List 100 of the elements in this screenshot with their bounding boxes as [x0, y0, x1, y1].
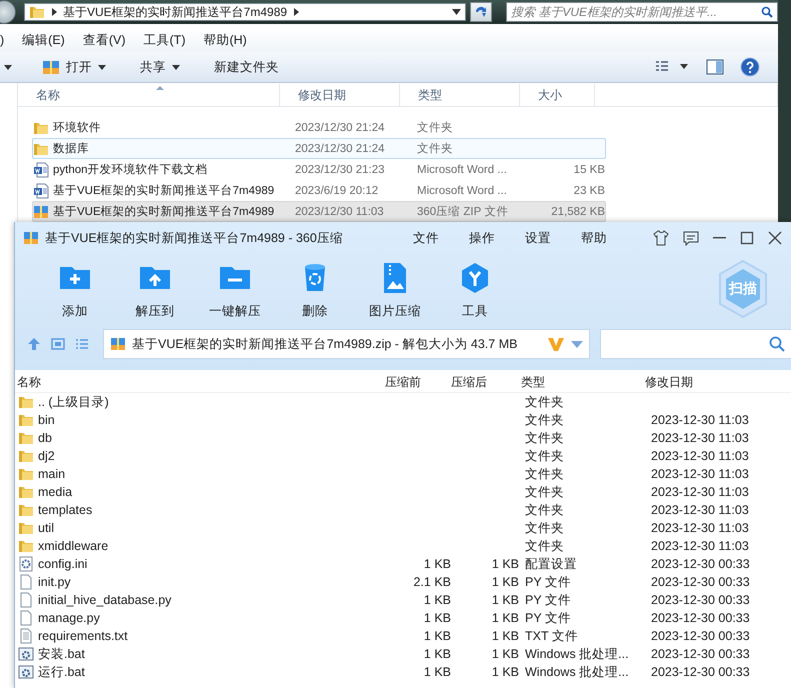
list-view-icon: [75, 337, 89, 351]
column-header[interactable]: 名称: [18, 84, 280, 106]
search-field[interactable]: [600, 329, 791, 359]
file-type: 360压缩 ZIP 文件: [417, 204, 510, 219]
folder-icon: [18, 412, 34, 428]
gear-document-icon: [18, 556, 34, 572]
folder-icon: [18, 466, 34, 482]
file-size: 1 KB: [422, 629, 451, 643]
compressed-size: 1 KB: [490, 629, 519, 643]
file-type: 文件夹: [417, 120, 454, 135]
file-row[interactable]: python开发环境软件下载文档 2023/12/30 21:23 Microsoft Word ... 15 KB: [32, 159, 606, 180]
file-date: 2023-12-30 00:33: [650, 665, 751, 679]
menu-item[interactable]: 文件: [413, 230, 439, 246]
gear-window-icon: [18, 664, 34, 680]
close-icon: [768, 231, 782, 245]
file-date: 2023-12-30 11:03: [650, 539, 750, 553]
file-icon: [18, 574, 34, 590]
search-field[interactable]: 搜索 基于VUE框架的实时新闻推送平...: [506, 2, 778, 22]
column-header[interactable]: 压缩前: [385, 374, 451, 390]
file-name: xmiddleware: [38, 539, 108, 553]
file-date: 2023-12-30 11:03: [650, 431, 750, 445]
archive-icon: [23, 230, 39, 246]
toolbar-button[interactable]: 图片压缩: [355, 260, 435, 320]
file-row[interactable]: 基于VUE框架的实时新闻推送平台7m4989 2023/6/19 20:12 Microsoft Word ... 23 KB: [32, 180, 606, 201]
menu-item[interactable]: 查看(V): [82, 32, 126, 48]
address-path: 基于VUE框架的实时新闻推送平台7m4989: [63, 4, 288, 20]
menu-item[interactable]: 编辑(E): [22, 32, 65, 48]
menu-item[interactable]: 帮助: [581, 230, 607, 246]
chevron-icon: [293, 8, 300, 16]
file-date: 2023-12-30 11:03: [650, 449, 750, 463]
file-date: 2023-12-30 00:33: [650, 575, 751, 589]
file-date: 2023-12-30 00:33: [650, 557, 751, 571]
file-size: 1 KB: [422, 557, 451, 571]
menu-item[interactable]: 设置: [525, 230, 551, 246]
file-type: 文件夹: [524, 430, 565, 446]
column-header[interactable]: 修改日期: [643, 374, 791, 390]
archive-path: 基于VUE框架的实时新闻推送平台7m4989.zip - 解包大小为 43.7 MB: [132, 336, 518, 352]
file-row[interactable]: 环境软件 2023/12/30 21:24 文件夹: [32, 117, 606, 138]
file-name: init.py: [38, 575, 71, 589]
view-options-icon: [656, 60, 690, 74]
file-name: 数据库: [53, 141, 89, 156]
column-header[interactable]: 压缩后: [451, 374, 519, 390]
file-type: 文件夹: [524, 412, 565, 428]
column-header[interactable]: 大小: [520, 84, 595, 106]
help-icon: [740, 57, 760, 77]
menu-item[interactable]: ): [0, 33, 4, 47]
file-type: Microsoft Word ...: [417, 164, 508, 176]
file-type: TXT 文件: [524, 628, 579, 644]
folder-icon: [18, 538, 34, 554]
file-type: 配置设置: [524, 556, 578, 572]
menu-item[interactable]: 工具(T): [144, 32, 186, 48]
column-header[interactable]: 名称: [15, 374, 385, 390]
file-size: 1 KB: [422, 611, 451, 625]
word-document-icon: [33, 162, 49, 178]
toolbar-button[interactable]: 打开: [38, 56, 110, 78]
toolbar-button[interactable]: 新建文件夹: [210, 56, 283, 78]
compressed-size: 1 KB: [490, 593, 519, 607]
thumbnail-view-icon: [51, 337, 65, 351]
file-date: 2023-12-30 11:03: [650, 521, 750, 535]
file-name: .. (上级目录): [38, 394, 109, 410]
file-name: python开发环境软件下载文档: [53, 162, 208, 177]
refresh-icon: [474, 6, 488, 18]
toolbar-button[interactable]: 添加: [35, 260, 115, 320]
menu-item[interactable]: 操作: [469, 230, 495, 246]
file-name: initial_hive_database.py: [38, 593, 172, 607]
compressed-size: 1 KB: [490, 557, 519, 571]
file-name: media: [38, 485, 72, 499]
column-header[interactable]: 类型: [400, 84, 520, 106]
file-date: 2023/12/30 21:24: [295, 122, 386, 134]
address-bar[interactable]: 基于VUE框架的实时新闻推送平台7m4989: [24, 3, 466, 21]
file-name: util: [38, 521, 54, 535]
file-row[interactable]: 基于VUE框架的实时新闻推送平台7m4989 2023/12/30 11:03 360压缩 ZIP 文件 21,582 KB: [32, 201, 606, 222]
column-header[interactable]: 类型: [519, 374, 643, 390]
path-field[interactable]: 基于VUE框架的实时新闻推送平台7m4989.zip - 解包大小为 43.7 MB: [103, 329, 590, 359]
toolbar-button[interactable]: 解压到: [115, 260, 195, 320]
file-name: 安装.bat: [38, 646, 85, 662]
toolbar-button[interactable]: 一键解压: [195, 260, 275, 320]
preview-pane-icon: [706, 59, 724, 75]
toolbar-button[interactable]: 删除: [275, 260, 355, 320]
chevron-icon: [51, 8, 57, 16]
minimize-icon: [713, 237, 726, 239]
refresh-button[interactable]: [470, 2, 492, 22]
file-icon: [18, 610, 34, 626]
file-type: 文件夹: [524, 502, 565, 518]
menu-item[interactable]: 帮助(H): [203, 32, 247, 48]
toolbar-button[interactable]: 共享: [136, 56, 184, 78]
file-type: Windows 批处理...: [524, 646, 630, 662]
file-name: 基于VUE框架的实时新闻推送平台7m4989: [53, 204, 274, 219]
file-type: PY 文件: [524, 574, 572, 590]
file-icon: [18, 592, 34, 608]
compressed-size: 1 KB: [490, 665, 519, 679]
toolbar-button[interactable]: 工具: [435, 260, 515, 320]
folder-icon: [29, 4, 45, 20]
folder-icon: [18, 448, 34, 464]
v-logo-icon: [547, 336, 565, 352]
file-row[interactable]: 数据库 2023/12/30 21:24 文件夹: [32, 138, 606, 159]
file-name: db: [38, 431, 52, 445]
file-type: Windows 批处理...: [524, 664, 630, 680]
file-date: 2023-12-30 11:03: [650, 467, 750, 481]
column-header[interactable]: 修改日期: [280, 84, 400, 106]
